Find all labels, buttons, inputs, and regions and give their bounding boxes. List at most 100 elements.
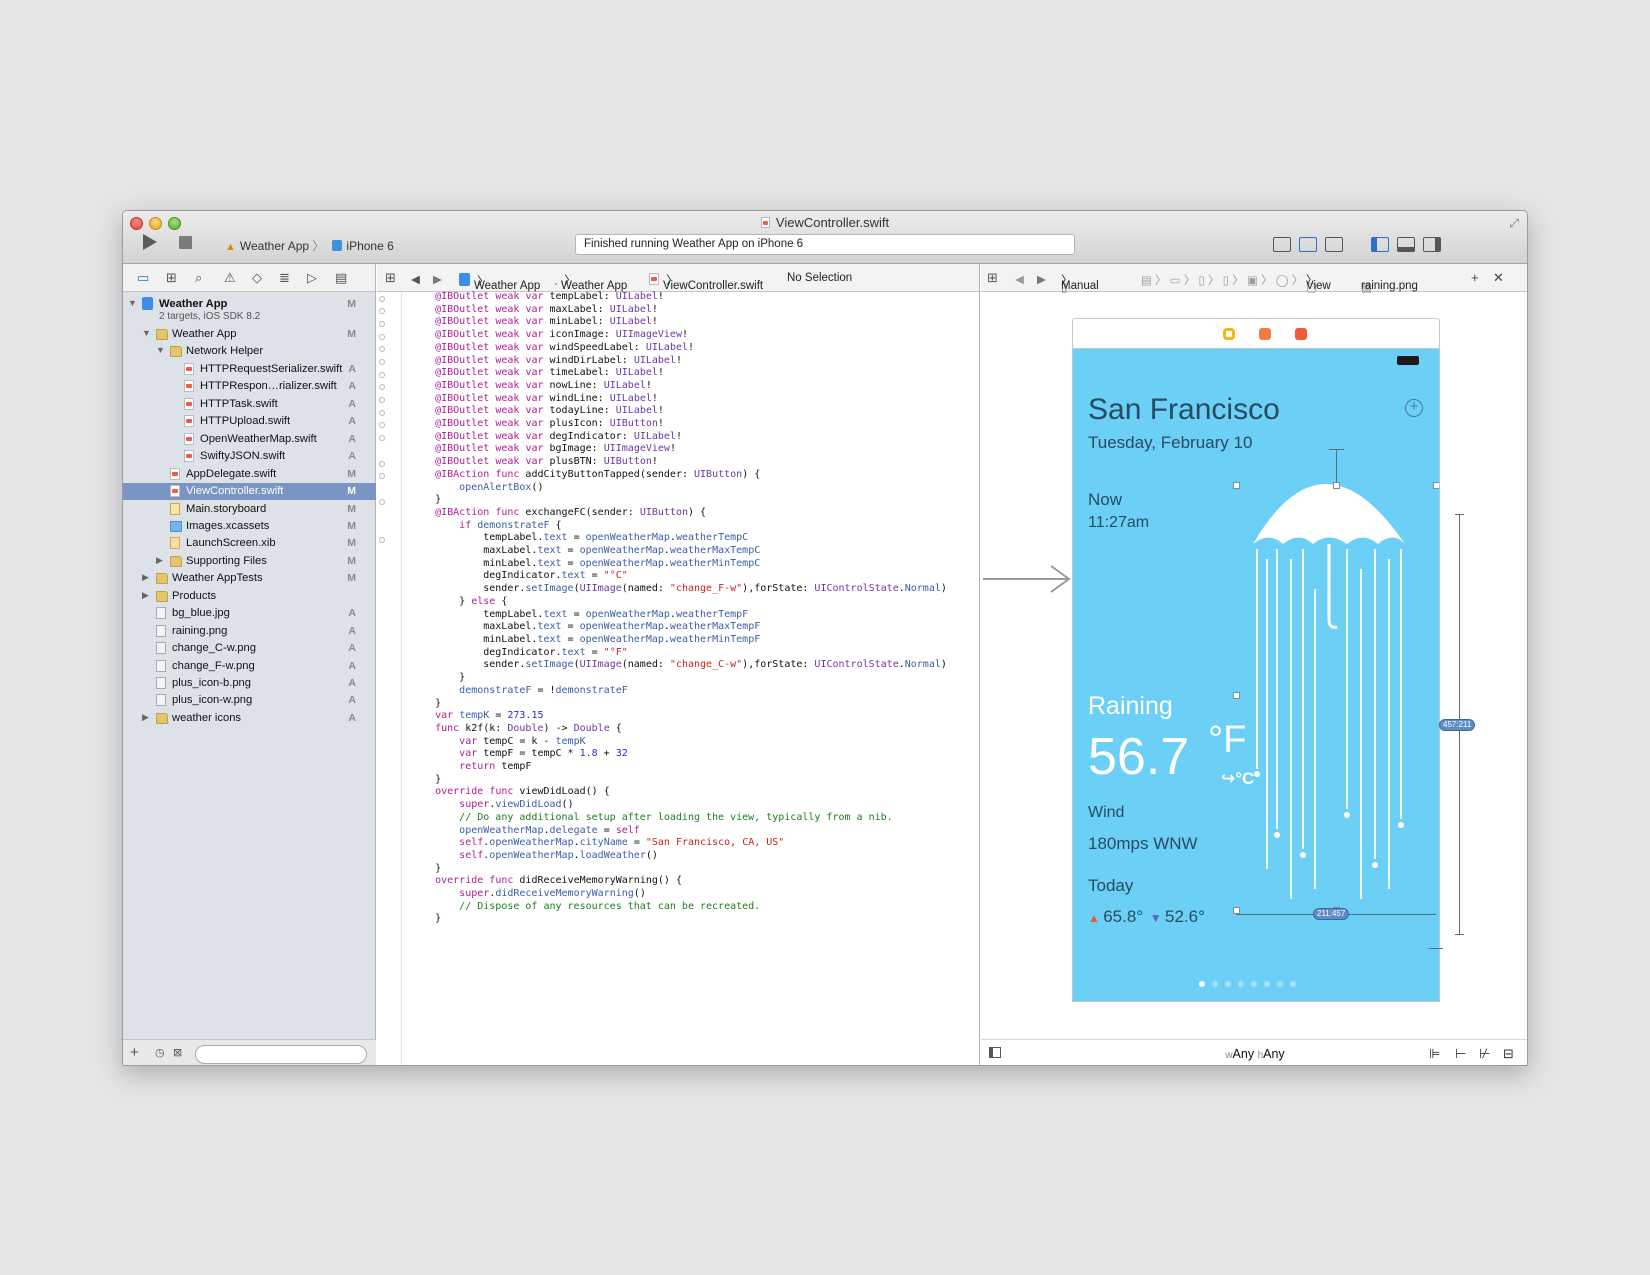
tree-row[interactable]: ▶ weather icons A	[123, 710, 376, 727]
tree-row-project[interactable]: ▼ Weather App 2 targets, iOS SDK 8.2 M	[123, 296, 376, 324]
code-line[interactable]: degIndicator.text = "°F"	[411, 647, 947, 660]
align-icon[interactable]: ⊫	[1429, 1046, 1440, 1062]
disclosure-closed-icon[interactable]: ▶	[142, 572, 149, 583]
code-line[interactable]: maxLabel.text = openWeatherMap.weatherMa…	[411, 545, 947, 558]
code-line[interactable]: demonstrateF = !demonstrateF	[411, 685, 947, 698]
code-line[interactable]: super.viewDidLoad()	[411, 799, 947, 812]
tree-row[interactable]: HTTPRequestSerializer.swift A	[123, 361, 376, 378]
scm-filter-icon[interactable]: ⊠	[173, 1046, 182, 1059]
back-arrow-icon[interactable]: ◀	[1015, 272, 1024, 286]
umbrella-rain-image[interactable]	[1243, 469, 1433, 909]
tree-row[interactable]: change_C-w.png A	[123, 640, 376, 657]
run-button[interactable]	[143, 234, 157, 250]
outlet-connection-icon[interactable]	[379, 359, 385, 365]
outlet-connection-icon[interactable]	[379, 372, 385, 378]
first-responder-icon[interactable]	[1259, 328, 1271, 340]
related-items-icon[interactable]: ⊞	[987, 270, 998, 286]
forward-arrow-icon[interactable]: ▶	[1037, 272, 1046, 286]
code-line[interactable]: super.didReceiveMemoryWarning()	[411, 888, 947, 901]
today-title-label[interactable]: Today	[1088, 876, 1133, 896]
symbol-navigator-icon[interactable]: ⊞	[166, 270, 177, 286]
code-line[interactable]: @IBOutlet weak var minLabel: UILabel!	[411, 316, 947, 329]
now-label[interactable]: Now	[1088, 490, 1122, 510]
outlet-connection-icon[interactable]	[379, 397, 385, 403]
action-connection-icon[interactable]	[379, 499, 385, 505]
warning-icon[interactable]: ⚠	[224, 270, 236, 286]
tree-row[interactable]: plus_icon-b.png A	[123, 675, 376, 692]
page-dot[interactable]	[1212, 981, 1218, 987]
code-line[interactable]: self.openWeatherMap.cityName = "San Fran…	[411, 837, 947, 850]
city-label[interactable]: San Francisco	[1088, 393, 1280, 427]
tree-row[interactable]: OpenWeatherMap.swift A	[123, 431, 376, 448]
jump-file[interactable]: ViewController.swift 〉	[649, 272, 763, 292]
test-navigator-icon[interactable]: ◇	[252, 270, 262, 286]
folder-icon[interactable]: ▭	[137, 270, 149, 286]
code-line[interactable]: openAlertBox()	[411, 482, 947, 495]
tree-row[interactable]: AppDelegate.swift M	[123, 466, 376, 483]
tree-row[interactable]: SwiftyJSON.swift A	[123, 448, 376, 465]
breakpoint-icon[interactable]: ▷	[307, 270, 317, 286]
tree-row[interactable]: raining.png A	[123, 623, 376, 640]
tree-row[interactable]: LaunchScreen.xib M	[123, 535, 376, 552]
jump-project[interactable]: Weather App 〉	[459, 272, 540, 292]
page-dot[interactable]	[1238, 981, 1244, 987]
assistant-mode-selector[interactable]: ▯ Manual 〉	[1061, 272, 1099, 294]
outlet-connection-icon[interactable]	[379, 410, 385, 416]
date-label[interactable]: Tuesday, February 10	[1088, 433, 1252, 453]
utilities-toggle-icon[interactable]	[1423, 237, 1441, 252]
code-line[interactable]: func k2f(k: Double) -> Double {	[411, 723, 947, 736]
code-line[interactable]: } else {	[411, 596, 947, 609]
code-line[interactable]: override func didReceiveMemoryWarning() …	[411, 875, 947, 888]
page-dot[interactable]	[1290, 981, 1296, 987]
add-city-button[interactable]: +	[1405, 399, 1423, 417]
search-icon[interactable]: ⌕	[195, 270, 202, 286]
forward-arrow-icon[interactable]: ▶	[433, 272, 442, 286]
outlet-connection-icon[interactable]	[379, 296, 385, 302]
code-line[interactable]: tempLabel.text = openWeatherMap.weatherT…	[411, 609, 947, 622]
disclosure-closed-icon[interactable]: ▶	[156, 555, 163, 566]
code-line[interactable]: @IBOutlet weak var timeLabel: UILabel!	[411, 367, 947, 380]
degree-indicator[interactable]: °F	[1208, 719, 1246, 762]
tree-row[interactable]: bg_blue.jpg A	[123, 605, 376, 622]
disclosure-closed-icon[interactable]: ▶	[142, 712, 149, 723]
resize-handle[interactable]	[1333, 482, 1340, 489]
wind-value-label[interactable]: 180mps WNW	[1088, 834, 1198, 854]
code-line[interactable]: sender.setImage(UIImage(named: "change_F…	[411, 583, 947, 596]
tree-row[interactable]: ▶ Products	[123, 588, 376, 605]
back-arrow-icon[interactable]: ◀	[411, 272, 420, 286]
page-dot[interactable]	[1277, 981, 1283, 987]
page-dot[interactable]	[1251, 981, 1257, 987]
outlet-connection-icon[interactable]	[379, 422, 385, 428]
jump-group[interactable]: Weather App 〉	[555, 272, 627, 292]
iphone-view[interactable]: San Francisco Tuesday, February 10 + Now…	[1072, 348, 1440, 1002]
fullscreen-icon[interactable]: ⤢	[1509, 216, 1519, 231]
tree-row[interactable]: ▼ Network Helper	[123, 343, 376, 360]
disclosure-open-icon[interactable]: ▼	[142, 328, 151, 338]
tree-row[interactable]: HTTPUpload.swift A	[123, 413, 376, 430]
code-line[interactable]: maxLabel.text = openWeatherMap.weatherMa…	[411, 621, 947, 634]
code-line[interactable]: @IBOutlet weak var nowLine: UILabel!	[411, 380, 947, 393]
code-line[interactable]: }	[411, 774, 947, 787]
code-line[interactable]: @IBOutlet weak var plusBTN: UIButton!	[411, 456, 947, 469]
resize-handle[interactable]	[1233, 692, 1240, 699]
high-low-label[interactable]: ▲ 65.8° ▼ 52.6°	[1088, 907, 1205, 927]
code-line[interactable]: @IBOutlet weak var maxLabel: UILabel!	[411, 304, 947, 317]
code-line[interactable]: degIndicator.text = "°C"	[411, 570, 947, 583]
code-line[interactable]: @IBAction func exchangeFC(sender: UIButt…	[411, 507, 947, 520]
outlet-connection-icon[interactable]	[379, 346, 385, 352]
standard-editor-icon[interactable]	[1273, 237, 1291, 252]
code-line[interactable]: // Dispose of any resources that can be …	[411, 901, 947, 914]
code-line[interactable]: minLabel.text = openWeatherMap.weatherMi…	[411, 634, 947, 647]
outlet-connection-icon[interactable]	[379, 435, 385, 441]
tree-row[interactable]: Main.storyboard M	[123, 501, 376, 518]
jump-view[interactable]: ▢ View 〉	[1306, 272, 1331, 294]
tree-row[interactable]: Images.xcassets M	[123, 518, 376, 535]
resize-handle[interactable]	[1233, 907, 1240, 914]
code-line[interactable]: @IBOutlet weak var windSpeedLabel: UILab…	[411, 342, 947, 355]
code-line[interactable]: var tempK = 273.15	[411, 710, 947, 723]
code-text[interactable]: @IBOutlet weak var tempLabel: UILabel! @…	[411, 291, 947, 926]
outlet-connection-icon[interactable]	[379, 321, 385, 327]
page-control[interactable]	[1199, 974, 1303, 992]
action-connection-icon[interactable]	[379, 537, 385, 543]
stop-button[interactable]	[179, 236, 192, 249]
